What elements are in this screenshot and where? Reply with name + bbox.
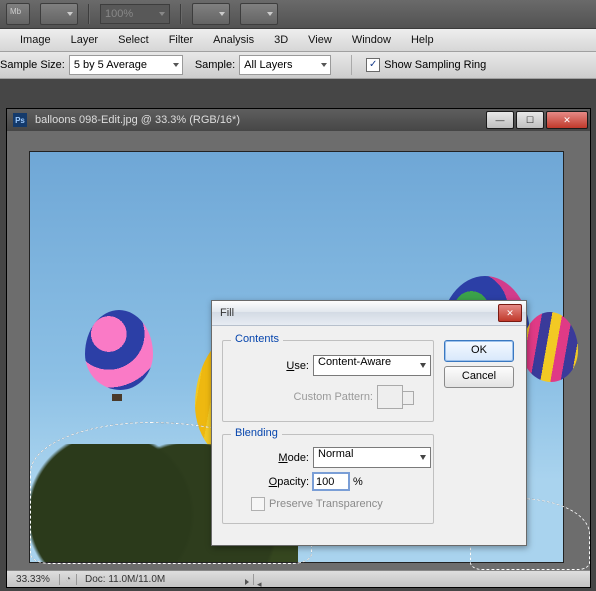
show-sampling-ring-checkbox[interactable]: ✓ Show Sampling Ring [366,58,486,72]
bridge-icon[interactable]: Mb [6,3,30,25]
menu-image[interactable]: Image [12,32,59,48]
menu-analysis[interactable]: Analysis [205,32,262,48]
arrange-docs-button[interactable] [40,3,78,25]
menu-window[interactable]: Window [344,32,399,48]
menu-filter[interactable]: Filter [161,32,201,48]
zoom-level-combo[interactable]: 100% [100,4,170,24]
sample-label: Sample: [195,59,235,71]
custom-pattern-swatch [377,385,403,409]
document-title: balloons 098-Edit.jpg @ 33.3% (RGB/16*) [33,114,486,126]
screen-mode-button[interactable] [192,3,230,25]
status-doc-size[interactable]: Doc: 11.0M/11.0M [77,574,254,585]
cancel-button[interactable]: Cancel [444,366,514,388]
use-select[interactable]: Content-Aware [313,355,431,376]
preserve-transparency-label: Preserve Transparency [269,498,383,510]
sample-size-label: Sample Size: [0,59,65,71]
sample-combo[interactable]: All Layers [239,55,331,75]
balloon-graphic [522,312,578,382]
close-button[interactable]: ✕ [546,111,588,129]
mode-label: Mode: [223,452,309,464]
status-bar: 33.33% ◔ Doc: 11.0M/11.0M [7,570,590,587]
blending-group: Blending Mode: Normal Opacity: % Preserv… [222,434,434,524]
document-titlebar: Ps balloons 098-Edit.jpg @ 33.3% (RGB/16… [7,109,590,132]
balloon-graphic [85,310,153,390]
dialog-titlebar[interactable]: Fill ✕ [212,301,526,326]
dialog-close-button[interactable]: ✕ [498,304,522,322]
opacity-unit: % [353,476,363,488]
top-toolbar: Mb 100% [0,0,596,29]
opacity-input[interactable] [313,473,349,490]
custom-pattern-label: Custom Pattern: [223,391,373,403]
ok-button[interactable]: OK [444,340,514,362]
menu-layer[interactable]: Layer [63,32,107,48]
status-info-icon[interactable]: ◔ [60,574,77,585]
preserve-transparency-checkbox [251,497,265,511]
show-sampling-ring-label: Show Sampling Ring [384,59,486,71]
ps-icon: Ps [13,113,27,127]
status-zoom[interactable]: 33.33% [7,574,60,585]
app-root: Mb 100% Image Layer Select Filter Analys… [0,0,596,591]
contents-legend: Contents [231,333,283,345]
blending-legend: Blending [231,427,282,439]
check-icon: ✓ [366,58,380,72]
maximize-button[interactable]: ☐ [516,111,544,129]
dialog-title: Fill [220,307,498,319]
basket-graphic [112,394,122,401]
use-label: Use: [223,360,309,372]
fill-dialog: Fill ✕ OK Cancel Contents Use: Content-A… [211,300,527,546]
menu-bar: Image Layer Select Filter Analysis 3D Vi… [0,29,596,52]
opacity-label: Opacity: [223,476,309,488]
menu-select[interactable]: Select [110,32,157,48]
options-bar: Sample Size: 5 by 5 Average Sample: All … [0,52,596,79]
sample-size-combo[interactable]: 5 by 5 Average [69,55,183,75]
menu-3d[interactable]: 3D [266,32,296,48]
contents-group: Contents Use: Content-Aware Custom Patte… [222,340,434,422]
menu-view[interactable]: View [300,32,340,48]
mode-select[interactable]: Normal [313,447,431,468]
extras-button[interactable] [240,3,278,25]
menu-help[interactable]: Help [403,32,442,48]
minimize-button[interactable]: — [486,111,514,129]
